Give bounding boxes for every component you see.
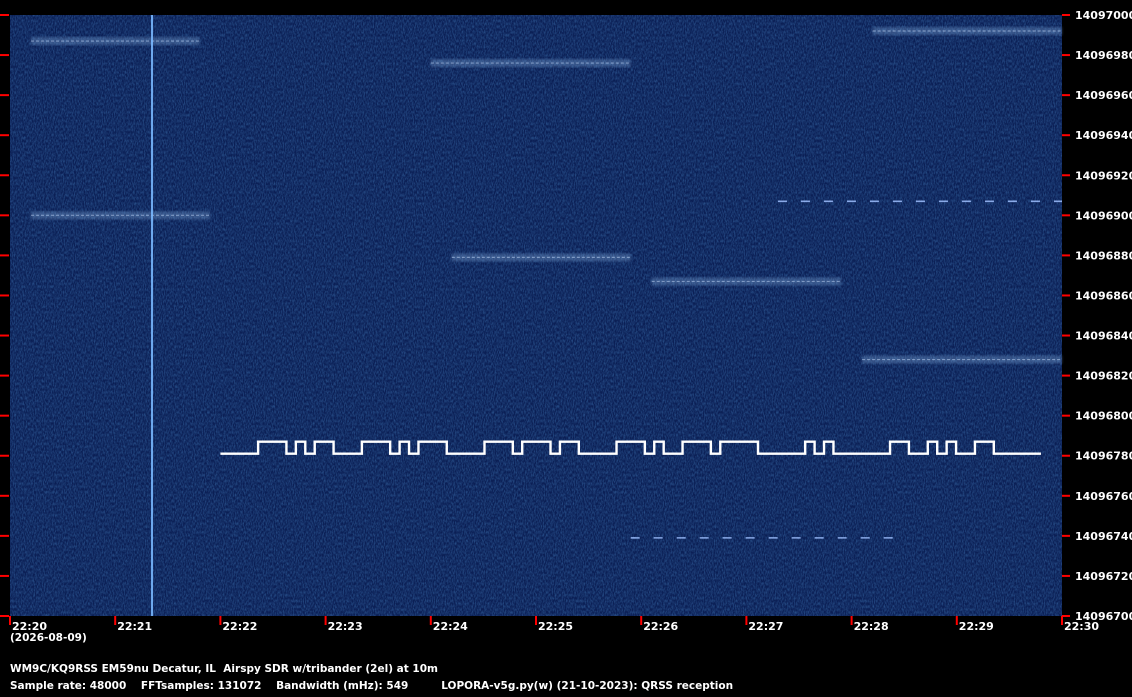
y-tick-label: 14096840 <box>1075 330 1132 343</box>
y-tick-label: 14096940 <box>1075 129 1132 142</box>
x-tick-label: 22:22 <box>222 620 257 633</box>
signal-band <box>430 59 631 68</box>
y-tick-label: 14096900 <box>1075 209 1132 222</box>
y-tick-label: 14096800 <box>1075 410 1132 423</box>
y-tick-label: 14096720 <box>1075 570 1132 583</box>
reception-parameters: Sample rate: 48000 FFTsamples: 131072 Ba… <box>10 680 734 692</box>
x-tick-label: 22:21 <box>117 620 152 633</box>
y-tick-label: 14096780 <box>1075 450 1132 463</box>
y-tick-label: 14097000 <box>1075 9 1132 22</box>
y-tick-label: 14096740 <box>1075 530 1132 543</box>
x-tick-label: 22:25 <box>538 620 573 633</box>
y-tick-label: 14096920 <box>1075 169 1132 182</box>
x-tick-label: 22:30 <box>1064 620 1099 633</box>
time-axis: 22:20 22:21 22:22 22:23 22:24 22:25 22:26 22:27… <box>9 616 1099 633</box>
x-tick-label: 22:28 <box>854 620 889 633</box>
y-tick-label: 14096820 <box>1075 370 1132 383</box>
plot-noise <box>10 15 1062 616</box>
date-label: (2026-08-09) <box>10 632 87 644</box>
x-tick-label: 22:23 <box>328 620 363 633</box>
y-tick-label: 14096980 <box>1075 49 1132 62</box>
x-tick-label: 22:27 <box>748 620 783 633</box>
y-tick-label: 14096880 <box>1075 249 1132 262</box>
station-info: WM9C/KQ9RSS EM59nu Decatur, IL Airspy SD… <box>10 663 438 675</box>
x-tick-label: 22:26 <box>643 620 678 633</box>
x-tick-label: 22:29 <box>959 620 994 633</box>
x-tick-label: 22:24 <box>433 620 468 633</box>
spectrogram-chart: 1409670014096720140967401409676014096780… <box>0 9 1132 633</box>
y-tick-label: 14096860 <box>1075 289 1132 302</box>
y-tick-label: 14096960 <box>1075 89 1132 102</box>
y-tick-label: 14096760 <box>1075 490 1132 503</box>
signal-band <box>862 355 1062 364</box>
